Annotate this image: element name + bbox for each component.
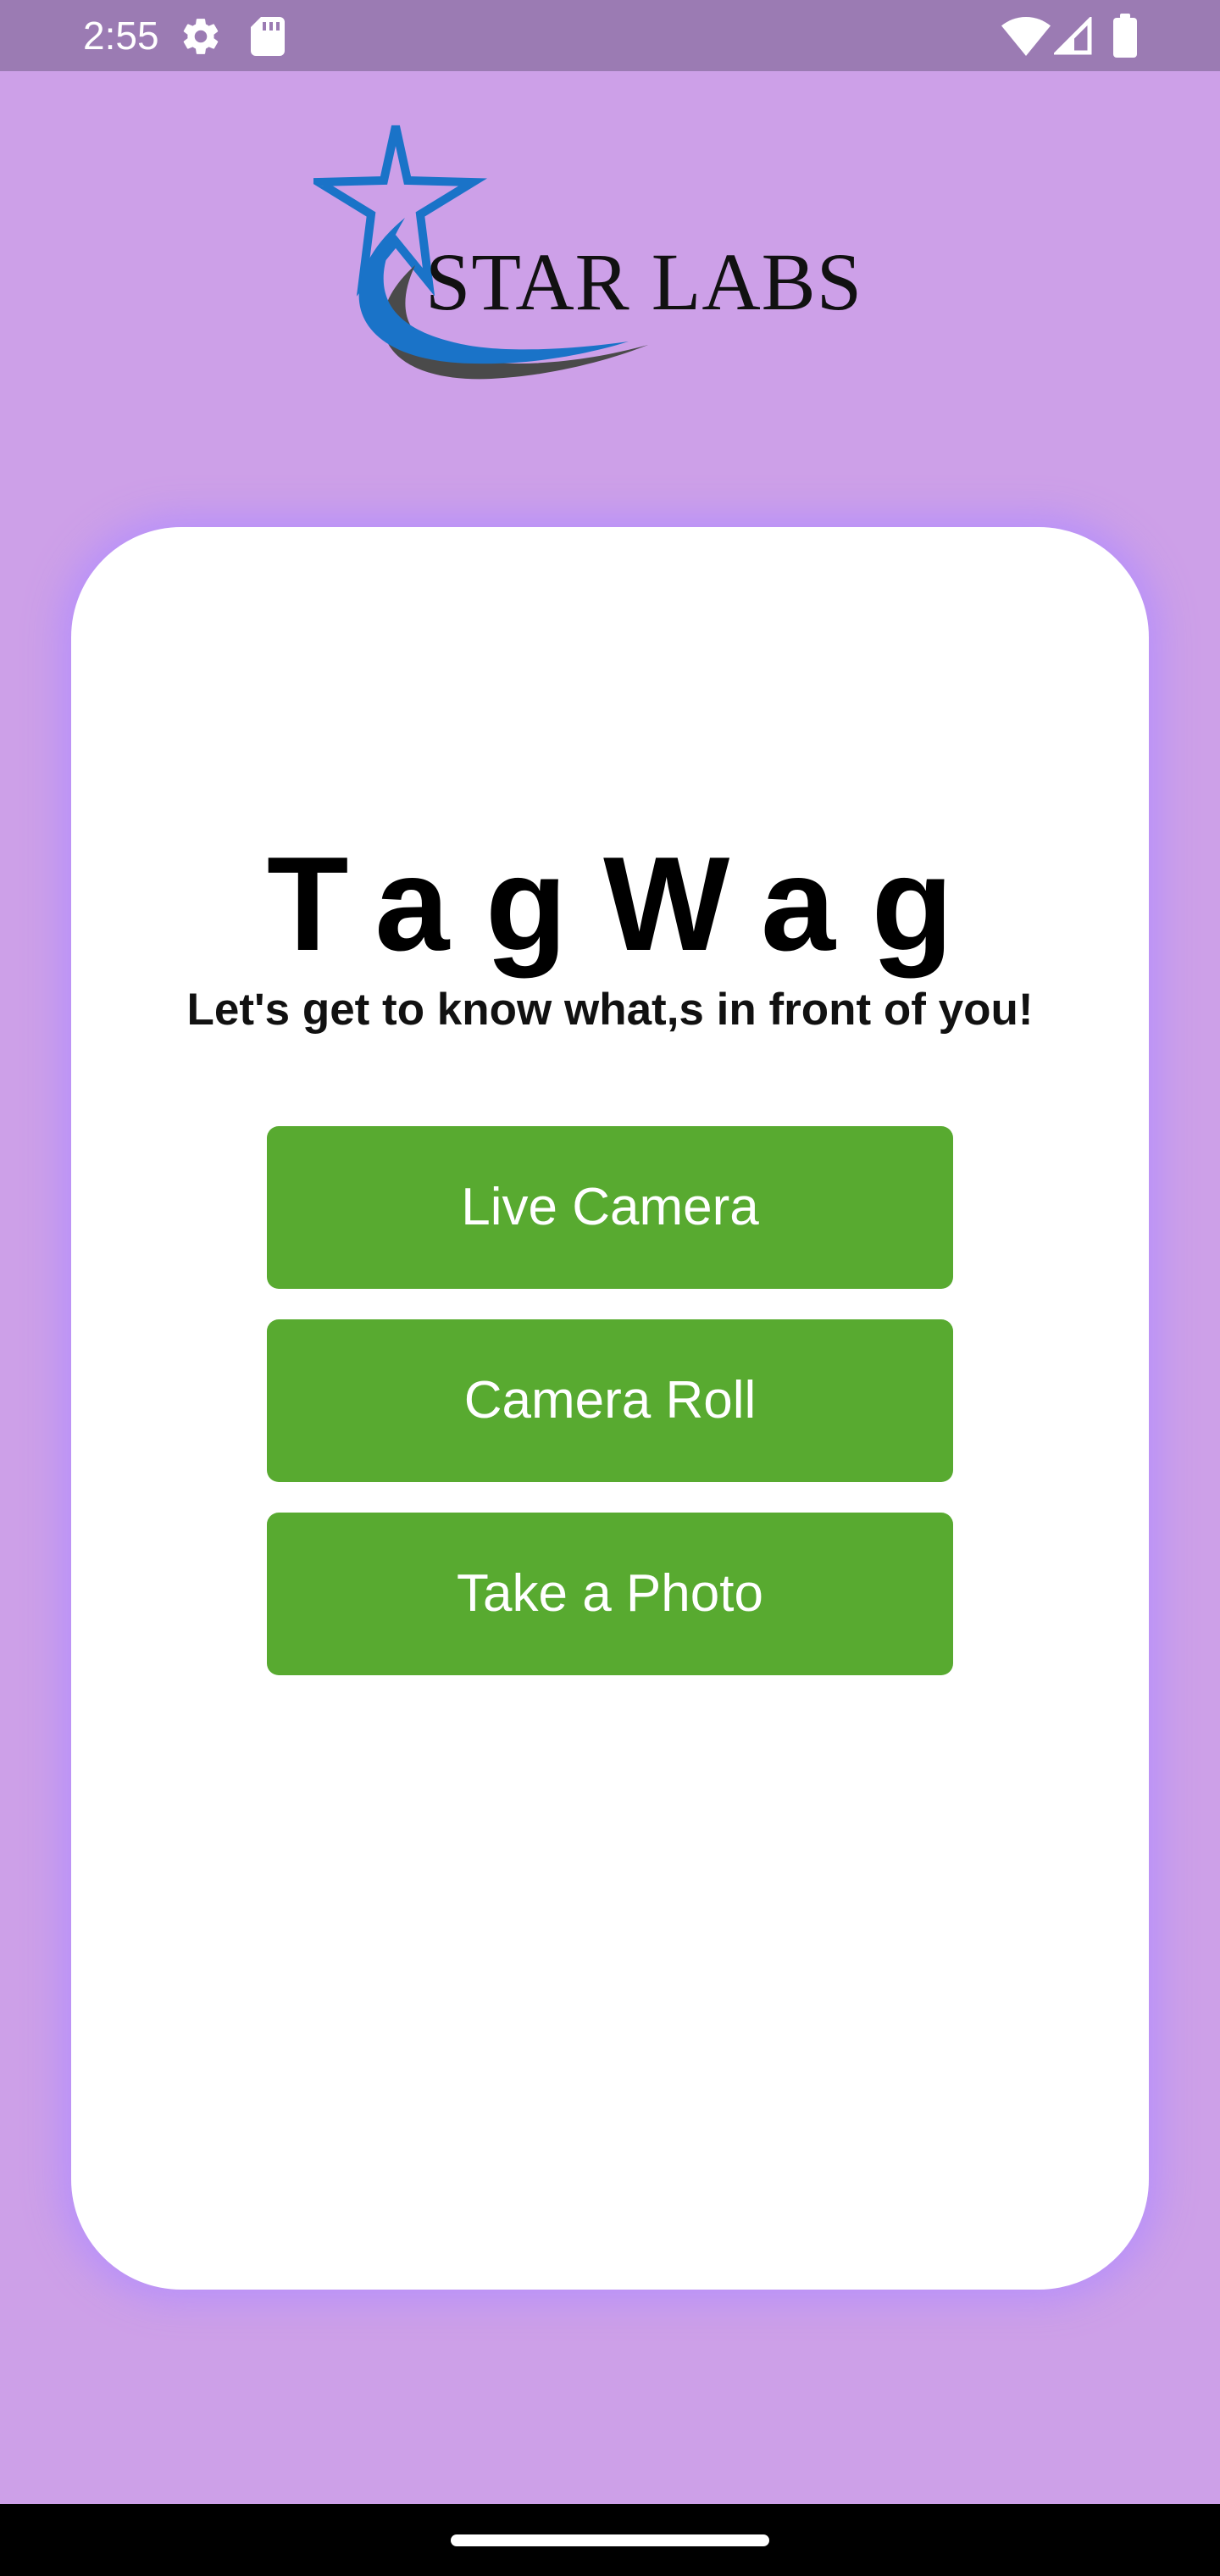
camera-roll-button[interactable]: Camera Roll bbox=[267, 1319, 953, 1482]
sd-card-icon bbox=[251, 17, 285, 56]
star-labs-logo: STAR LABS bbox=[313, 123, 923, 394]
main-card: TagWag Let's get to know what,s in front… bbox=[71, 527, 1149, 2290]
home-gesture-handle[interactable] bbox=[451, 2534, 769, 2546]
navigation-bar bbox=[0, 2504, 1220, 2576]
settings-icon bbox=[180, 15, 222, 58]
battery-icon bbox=[1113, 14, 1137, 58]
live-camera-button[interactable]: Live Camera bbox=[267, 1126, 953, 1289]
app-title: TagWag bbox=[266, 830, 990, 979]
logo-text: STAR LABS bbox=[425, 236, 863, 327]
take-photo-button[interactable]: Take a Photo bbox=[267, 1513, 953, 1675]
status-bar: 2:55 bbox=[0, 0, 1220, 71]
wifi-icon bbox=[1001, 17, 1051, 56]
app-screen: 2:55 STAR LABS TagWag Let's get to know … bbox=[0, 0, 1220, 2576]
app-subtitle: Let's get to know what,s in front of you… bbox=[186, 985, 1034, 1035]
signal-icon bbox=[1054, 17, 1093, 56]
status-time: 2:55 bbox=[83, 14, 159, 58]
